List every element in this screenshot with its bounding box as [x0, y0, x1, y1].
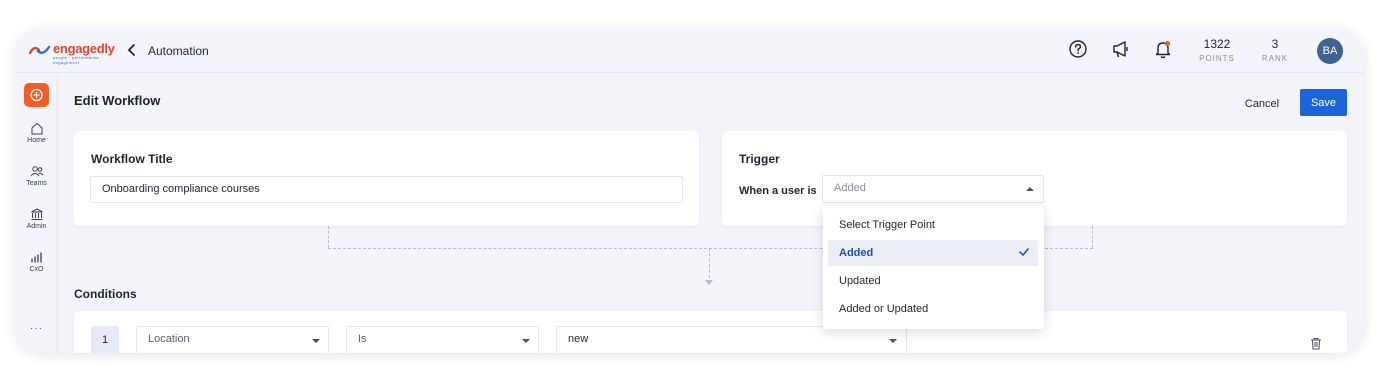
top-header: engagedly people · performance · engagem… — [15, 28, 1364, 73]
trigger-select[interactable]: Added — [822, 175, 1044, 203]
rank-value: 3 — [1271, 37, 1279, 51]
dropdown-option[interactable]: Select Trigger Point — [828, 212, 1038, 238]
condition-operator-select[interactable]: Is — [346, 326, 539, 353]
chart-icon — [30, 252, 42, 263]
rank-label: RANK — [1261, 54, 1289, 63]
trigger-dropdown-menu: Select Trigger Point Added Updated Added… — [823, 206, 1044, 329]
back-chevron-icon[interactable] — [126, 42, 138, 58]
trigger-title: Trigger — [739, 152, 780, 166]
condition-field-value: Location — [148, 333, 190, 345]
delete-trash-icon[interactable] — [1310, 337, 1322, 350]
trigger-field-label: When a user is — [739, 185, 817, 197]
announcement-icon[interactable] — [1110, 38, 1132, 60]
rank-stat[interactable]: 3 RANK — [1253, 37, 1297, 63]
caret-down-icon — [312, 339, 320, 343]
sidebar-item-admin[interactable]: Admin — [15, 208, 58, 230]
sidebar-item-teams[interactable]: Teams — [15, 165, 58, 187]
connector-line — [1092, 226, 1093, 248]
sidebar-item-label: Teams — [26, 180, 47, 187]
condition-field-select[interactable]: Location — [136, 326, 329, 353]
dropdown-option[interactable]: Added or Updated — [828, 296, 1038, 322]
caret-down-icon — [522, 339, 530, 343]
condition-value: new — [568, 333, 589, 345]
workflow-title-label: Workflow Title — [91, 152, 173, 166]
dropdown-option-selected[interactable]: Added — [828, 240, 1038, 266]
logo-text: engagedly — [53, 41, 115, 56]
points-value: 1322 — [1203, 37, 1231, 51]
sidebar-item-home[interactable]: Home — [15, 122, 58, 144]
page-title: Edit Workflow — [74, 93, 161, 108]
condition-operator-value: Is — [358, 333, 367, 345]
dropdown-option[interactable]: Updated — [828, 268, 1038, 294]
cancel-button[interactable]: Cancel — [1236, 91, 1288, 117]
app-window: engagedly people · performance · engagem… — [15, 28, 1364, 353]
logo-mark-icon — [29, 45, 51, 55]
workflow-title-card: Workflow Title Onboarding compliance cou… — [74, 131, 699, 226]
workflow-title-input[interactable]: Onboarding compliance courses — [90, 176, 683, 203]
sidebar-item-cxo[interactable]: CxO — [15, 251, 58, 273]
notification-bell-icon[interactable] — [1152, 38, 1174, 60]
plus-circle-icon — [30, 88, 43, 102]
breadcrumb[interactable]: Automation — [148, 44, 209, 58]
sidebar-item-label: Home — [27, 137, 46, 144]
dropdown-option-label: Added — [839, 247, 874, 259]
points-stat[interactable]: 1322 POINTS — [1195, 37, 1239, 63]
sidebar-item-label: CxO — [29, 266, 44, 273]
condition-index: 1 — [91, 326, 119, 353]
more-menu-icon[interactable]: ··· — [15, 323, 58, 334]
connector-line — [328, 226, 329, 248]
save-button[interactable]: Save — [1300, 89, 1347, 116]
logo-tagline: people · performance · engagement — [53, 55, 103, 65]
engagedly-logo[interactable]: engagedly people · performance · engagem… — [29, 40, 115, 65]
teams-icon — [30, 166, 43, 177]
points-label: POINTS — [1199, 54, 1235, 63]
connector-line — [709, 248, 710, 278]
help-icon[interactable] — [1067, 38, 1089, 60]
trigger-select-value: Added — [834, 182, 866, 194]
conditions-title: Conditions — [74, 287, 137, 301]
home-icon — [31, 123, 42, 135]
caret-up-icon — [1026, 187, 1034, 191]
create-button[interactable] — [24, 83, 49, 107]
sidebar-item-label: Admin — [26, 223, 47, 230]
arrow-down-icon — [705, 280, 713, 285]
caret-down-icon — [889, 339, 897, 343]
admin-icon — [30, 208, 43, 220]
condition-value-select[interactable]: new — [556, 326, 907, 353]
checkmark-icon — [1019, 248, 1029, 256]
sidebar: Home Teams Admin CxO ··· — [15, 73, 58, 353]
avatar[interactable]: BA — [1317, 38, 1343, 64]
